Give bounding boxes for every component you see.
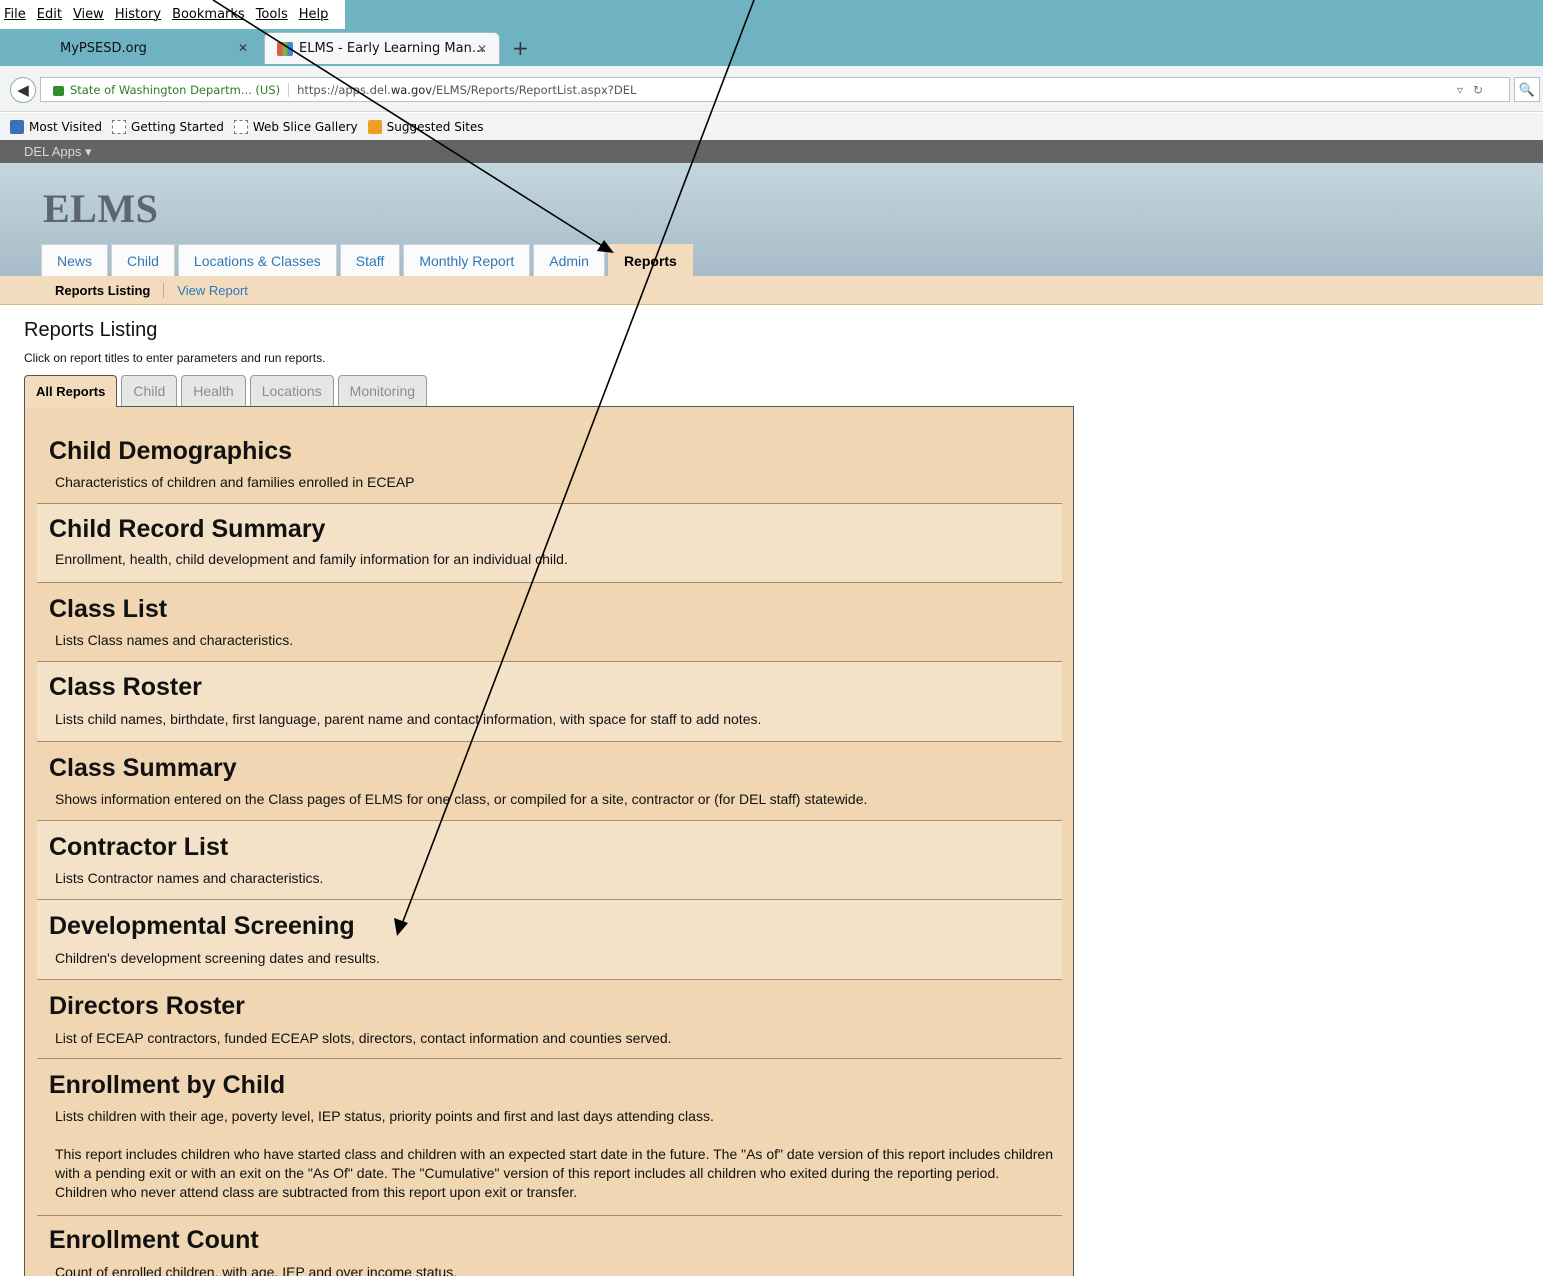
back-arrow-icon[interactable]: ◀	[10, 77, 36, 103]
report-enrollment-count: Enrollment Count Count of enrolled child…	[37, 1216, 1062, 1276]
menu-edit[interactable]: Edit	[37, 7, 62, 22]
sub-nav: Reports Listing View Report	[0, 276, 1543, 305]
report-title-link[interactable]: Child Demographics	[49, 436, 292, 466]
report-title-link[interactable]: Class List	[49, 594, 167, 624]
report-class-summary: Class Summary Shows information entered …	[37, 742, 1062, 821]
menu-tools[interactable]: Tools	[256, 7, 288, 22]
bookmark-web-slice-gallery[interactable]: Web Slice Gallery	[233, 119, 358, 134]
nav-tab-news[interactable]: News	[41, 244, 109, 276]
menu-history[interactable]: History	[115, 7, 161, 22]
report-child-record-summary: Child Record Summary Enrollment, health,…	[37, 504, 1062, 583]
browser-tab-elms[interactable]: ELMS - Early Learning Man... ✕	[264, 32, 500, 64]
tab-label: MyPSESD.org	[60, 40, 147, 56]
del-apps-menu[interactable]: DEL Apps ▾	[0, 140, 1543, 163]
bookmark-most-visited[interactable]: Most Visited	[10, 119, 102, 134]
tab-monitoring[interactable]: Monitoring	[337, 375, 428, 406]
report-description: Lists Contractor names and characteristi…	[55, 870, 324, 886]
address-bar[interactable]: State of Washington Departm... (US) http…	[40, 77, 1510, 102]
subnav-view-report[interactable]: View Report	[177, 283, 248, 298]
report-description: Lists Class names and characteristics.	[55, 632, 294, 648]
report-title-link[interactable]: Contractor List	[49, 832, 228, 862]
report-title-link[interactable]: Class Roster	[49, 672, 202, 702]
tab-health[interactable]: Health	[181, 375, 246, 406]
page-instructions: Click on report titles to enter paramete…	[24, 351, 326, 365]
report-class-roster: Class Roster Lists child names, birthdat…	[37, 662, 1062, 742]
report-title-link[interactable]: Directors Roster	[49, 991, 245, 1021]
bookmark-getting-started[interactable]: Getting Started	[112, 119, 224, 134]
report-category-tabs: All Reports Child Health Locations Monit…	[24, 375, 428, 407]
nav-tab-child[interactable]: Child	[111, 244, 175, 276]
report-enrollment-by-child: Enrollment by Child Lists children with …	[37, 1059, 1062, 1216]
report-directors-roster: Directors Roster List of ECEAP contracto…	[37, 980, 1062, 1059]
report-description: Children's development screening dates a…	[55, 950, 380, 966]
page-title: Reports Listing	[24, 319, 158, 341]
menu-view[interactable]: View	[73, 7, 104, 22]
report-child-demographics: Child Demographics Characteristics of ch…	[37, 424, 1062, 504]
suggested-sites-icon	[367, 119, 382, 134]
site-header: ELMS News Child Locations & Classes Staf…	[0, 163, 1543, 276]
site-logo: ELMS	[43, 186, 159, 231]
nav-tab-locations-classes[interactable]: Locations & Classes	[177, 244, 337, 276]
report-description: List of ECEAP contractors, funded ECEAP …	[55, 1030, 672, 1046]
tab-locations[interactable]: Locations	[249, 375, 334, 406]
report-contractor-list: Contractor List Lists Contractor names a…	[37, 821, 1062, 900]
reports-panel: Child Demographics Characteristics of ch…	[24, 406, 1074, 1276]
tab-all-reports[interactable]: All Reports	[24, 375, 118, 407]
main-nav: News Child Locations & Classes Staff Mon…	[41, 244, 693, 276]
menu-bookmarks[interactable]: Bookmarks	[172, 7, 245, 22]
report-description: Enrollment, health, child development an…	[55, 551, 568, 567]
bookmark-suggested-sites[interactable]: Suggested Sites	[367, 119, 484, 134]
nav-tab-reports[interactable]: Reports	[607, 244, 693, 276]
report-title-link[interactable]: Class Summary	[49, 753, 237, 783]
dropdown-icon[interactable]: ▿	[1457, 83, 1463, 97]
subnav-reports-listing[interactable]: Reports Listing	[55, 283, 150, 298]
browser-tab-mypsesd[interactable]: MyPSESD.org ✕	[40, 32, 260, 64]
report-note: This report includes children who have s…	[55, 1146, 1053, 1200]
reload-icon[interactable]: ↻	[1473, 83, 1483, 97]
report-title-link[interactable]: Child Record Summary	[49, 514, 325, 544]
menu-help[interactable]: Help	[299, 7, 329, 22]
tab-child[interactable]: Child	[121, 375, 178, 406]
nav-tab-staff[interactable]: Staff	[339, 244, 401, 276]
report-description: Shows information entered on the Class p…	[55, 791, 868, 807]
close-icon[interactable]: ✕	[477, 42, 487, 56]
lock-icon	[53, 85, 64, 96]
nav-tab-admin[interactable]: Admin	[533, 244, 605, 276]
bookmark-icon	[233, 119, 248, 134]
report-title-link[interactable]: Enrollment by Child	[49, 1070, 285, 1100]
tab-label: ELMS - Early Learning Man...	[299, 41, 485, 56]
navigation-bar: ◀ State of Washington Departm... (US) ht…	[0, 66, 1543, 112]
subnav-divider	[163, 282, 165, 298]
report-developmental-screening: Developmental Screening Children's devel…	[37, 900, 1062, 980]
bookmark-icon	[112, 119, 127, 134]
menu-bar: File Edit View History Bookmarks Tools H…	[0, 0, 345, 29]
report-description: Lists children with their age, poverty l…	[55, 1108, 714, 1124]
most-visited-icon	[10, 119, 24, 134]
favicon-icon	[277, 41, 293, 56]
search-icon[interactable]: 🔍	[1514, 77, 1540, 102]
report-class-list: Class List Lists Class names and charact…	[37, 583, 1062, 662]
nav-tab-monthly-report[interactable]: Monthly Report	[403, 244, 531, 276]
report-description: Lists child names, birthdate, first lang…	[55, 711, 762, 727]
menu-file[interactable]: File	[4, 7, 26, 22]
bookmarks-toolbar: Most Visited Getting Started Web Slice G…	[0, 113, 1543, 140]
report-description: Count of enrolled children, with age, IE…	[55, 1264, 458, 1276]
report-description: Characteristics of children and families…	[55, 474, 415, 490]
site-identity: State of Washington Departm... (US)	[70, 82, 281, 97]
report-title-link[interactable]: Developmental Screening	[49, 911, 355, 941]
url-text: https://apps.del.wa.gov/ELMS/Reports/Rep…	[288, 82, 636, 97]
report-title-link[interactable]: Enrollment Count	[49, 1225, 259, 1255]
close-icon[interactable]: ✕	[238, 41, 248, 55]
new-tab-button[interactable]: +	[512, 36, 529, 60]
